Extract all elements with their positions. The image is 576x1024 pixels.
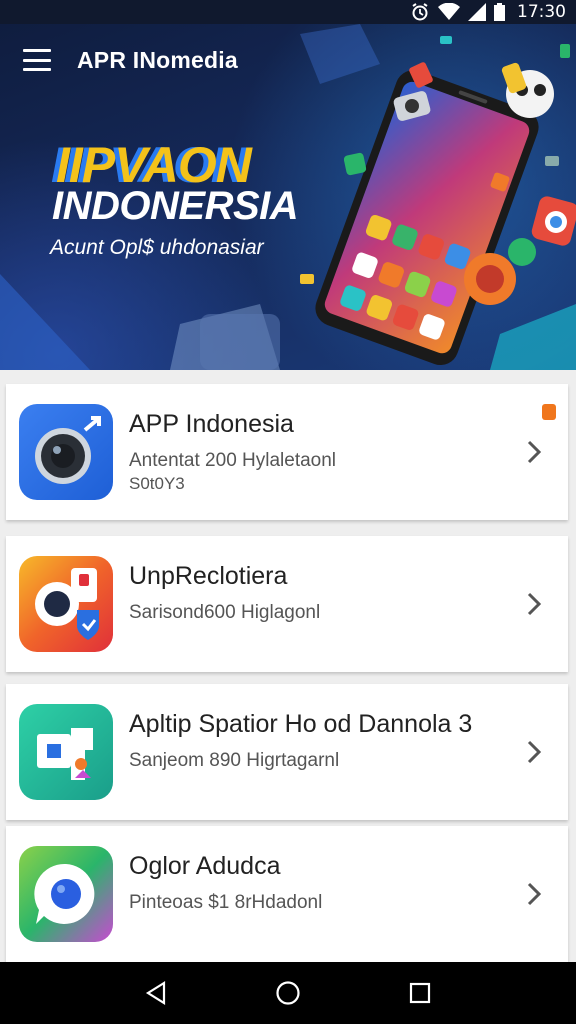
app-list-item-4[interactable]: Oglor Adudca Pinteoas $1 8rHdadonl (6, 826, 568, 962)
app-list-item-1[interactable]: APP Indonesia Antentat 200 Hylaletaonl S… (6, 384, 568, 520)
app-meta: Sarisond600 Higlagonl (129, 602, 321, 623)
status-bar: 17:30 (0, 0, 576, 24)
app-title: APR INomedia (77, 46, 238, 73)
status-time: 17:30 (517, 2, 566, 22)
alarm-icon (410, 2, 430, 22)
app-title: Oglor Adudca (129, 852, 281, 880)
camera-lens-icon (19, 404, 113, 500)
app-title: APP Indonesia (129, 410, 294, 438)
chevron-right-icon (527, 882, 542, 906)
notification-badge (542, 404, 556, 420)
hamburger-menu-icon[interactable] (23, 49, 51, 71)
system-nav-bar (0, 962, 576, 1024)
app-meta: Antentat 200 Hylaletaonl (129, 450, 337, 471)
back-icon[interactable] (136, 973, 176, 1013)
hero-banner: APR INomedia IIPVAON INDONERSIA Acunt Op… (0, 24, 576, 370)
camera-shield-icon (19, 556, 113, 652)
battery-icon (494, 3, 505, 21)
app-meta-secondary: S0t0Y3 (129, 474, 185, 493)
signal-icon (468, 3, 486, 21)
hero-subtitle: Acunt Opl$ uhdonasiar (50, 236, 264, 259)
app-meta: Pinteoas $1 8rHdadonl (129, 892, 323, 913)
app-title: Apltip Spatior Ho od Dannola 3 (129, 710, 473, 738)
recents-icon[interactable] (400, 973, 440, 1013)
app-list-item-2[interactable]: UnpReclotiera Sarisond600 Higlagonl (6, 536, 568, 672)
app-title: UnpReclotiera (129, 562, 288, 590)
camera-circle-icon (19, 846, 113, 942)
chevron-right-icon (527, 440, 542, 464)
hero-title-line2: INDONERSIA (52, 184, 299, 228)
app-meta: Sanjeom 890 Higrtagarnl (129, 750, 340, 771)
chevron-right-icon (527, 592, 542, 616)
chevron-right-icon (527, 740, 542, 764)
app-list-item-3[interactable]: Apltip Spatior Ho od Dannola 3 Sanjeom 8… (6, 684, 568, 820)
home-icon[interactable] (268, 973, 308, 1013)
photo-edit-icon (19, 704, 113, 800)
app-bar: APR INomedia (0, 24, 576, 96)
wifi-icon (438, 3, 460, 21)
